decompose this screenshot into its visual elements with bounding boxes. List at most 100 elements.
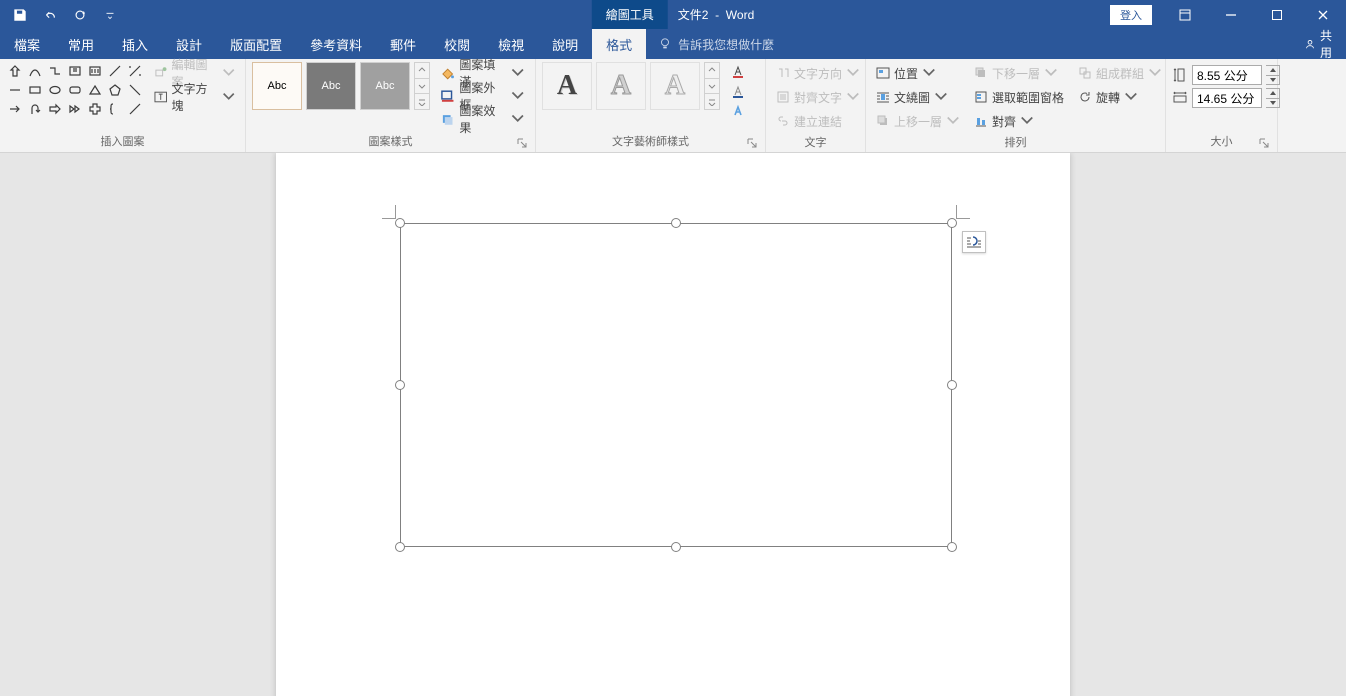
shape-diagline-icon[interactable]	[126, 81, 144, 99]
align-text-button[interactable]: 對齊文字	[772, 86, 864, 108]
tab-design[interactable]: 設計	[162, 29, 216, 59]
shape-line-icon[interactable]	[106, 62, 124, 80]
height-up[interactable]	[1266, 66, 1279, 76]
tab-view[interactable]: 檢視	[484, 29, 538, 59]
tell-me-search[interactable]: 告訴我您想做什麼	[646, 29, 786, 59]
resize-handle-tr[interactable]	[947, 218, 957, 228]
layout-options-button[interactable]	[962, 231, 986, 253]
wa-more[interactable]	[705, 94, 719, 109]
shape-pentagon-icon[interactable]	[106, 81, 124, 99]
resize-handle-ml[interactable]	[395, 380, 405, 390]
resize-handle-tl[interactable]	[395, 218, 405, 228]
shape-roundrect-icon[interactable]	[66, 81, 84, 99]
save-button[interactable]	[8, 3, 32, 27]
height-down[interactable]	[1266, 76, 1279, 85]
shape-plus-icon[interactable]	[86, 100, 104, 118]
wordart-gallery-scroll	[704, 62, 720, 110]
send-backward-button[interactable]: 下移一層	[970, 62, 1068, 84]
rotate-button[interactable]: 旋轉	[1074, 86, 1166, 108]
shapes-gallery[interactable]	[6, 62, 144, 118]
shape-uturn-icon[interactable]	[26, 100, 44, 118]
dialog-launcher-size[interactable]	[1259, 138, 1269, 148]
resize-handle-bm[interactable]	[671, 542, 681, 552]
redo-button[interactable]	[68, 3, 92, 27]
tab-insert[interactable]: 插入	[108, 29, 162, 59]
shape-textbox2-icon[interactable]	[86, 62, 104, 80]
wrap-text-button[interactable]: 文繞圖	[872, 86, 964, 108]
group-objects-button[interactable]: 組成群組	[1074, 62, 1166, 84]
shape-diagline2-icon[interactable]	[126, 100, 144, 118]
shape-style-2[interactable]: Abc	[306, 62, 356, 110]
gallery-scroll-up[interactable]	[415, 63, 429, 79]
wordart-gallery[interactable]: A A A	[542, 62, 720, 110]
undo-button[interactable]	[38, 3, 62, 27]
page[interactable]	[276, 153, 1070, 696]
tab-review[interactable]: 校閱	[430, 29, 484, 59]
shape-effects-button[interactable]: 圖案效果	[436, 108, 529, 130]
shape-style-gallery[interactable]: Abc Abc Abc	[252, 62, 430, 110]
group-text: 文字方向 對齊文字 建立連結 文字	[766, 59, 866, 152]
create-link-button[interactable]: 建立連結	[772, 110, 864, 132]
gallery-more[interactable]	[415, 94, 429, 109]
shape-arrow-icon[interactable]	[6, 100, 24, 118]
wa-scroll-up[interactable]	[705, 63, 719, 79]
text-fill-button[interactable]	[724, 62, 752, 80]
shape-height-input[interactable]	[1192, 65, 1262, 85]
login-button[interactable]: 登入	[1110, 5, 1152, 25]
minimize-button[interactable]	[1208, 0, 1254, 29]
dialog-launcher-wordart[interactable]	[747, 138, 757, 148]
tab-file[interactable]: 檔案	[0, 29, 54, 59]
wordart-style-2[interactable]: A	[596, 62, 646, 110]
shape-curve-icon[interactable]	[26, 62, 44, 80]
align-button[interactable]: 對齊	[970, 110, 1068, 132]
bring-forward-button[interactable]: 上移一層	[872, 110, 964, 132]
text-fill-icon	[731, 64, 745, 78]
shape-bracket-icon[interactable]	[106, 100, 124, 118]
shape-style-1[interactable]: Abc	[252, 62, 302, 110]
shape-width-input[interactable]	[1192, 88, 1262, 108]
tab-mail[interactable]: 郵件	[376, 29, 430, 59]
resize-handle-tm[interactable]	[671, 218, 681, 228]
resize-handle-bl[interactable]	[395, 542, 405, 552]
text-box-button[interactable]: 文字方塊	[150, 86, 239, 108]
shape-connector-icon[interactable]	[46, 62, 64, 80]
shape-chevron-icon[interactable]	[66, 100, 84, 118]
shape-blockarrow-icon[interactable]	[46, 100, 64, 118]
maximize-button[interactable]	[1254, 0, 1300, 29]
shape-line2-icon[interactable]	[126, 62, 144, 80]
rectangle-shape[interactable]	[400, 223, 952, 547]
resize-handle-br[interactable]	[947, 542, 957, 552]
wordart-style-3[interactable]: A	[650, 62, 700, 110]
gallery-scroll-down[interactable]	[415, 79, 429, 95]
tab-layout[interactable]: 版面配置	[216, 29, 296, 59]
shape-triangle-icon[interactable]	[86, 81, 104, 99]
ribbon-display-options-button[interactable]	[1162, 0, 1208, 29]
document-area[interactable]	[0, 153, 1346, 696]
shape-oval-icon[interactable]	[46, 81, 64, 99]
quick-access-toolbar	[0, 3, 130, 27]
position-button[interactable]: 位置	[872, 62, 964, 84]
tab-help[interactable]: 說明	[538, 29, 592, 59]
dialog-launcher-shape-styles[interactable]	[517, 138, 527, 148]
width-up[interactable]	[1266, 89, 1279, 99]
width-down[interactable]	[1266, 99, 1279, 108]
selection-pane-button[interactable]: 選取範圍窗格	[970, 86, 1068, 108]
text-direction-button[interactable]: 文字方向	[772, 62, 864, 84]
qat-customize-button[interactable]	[98, 3, 122, 27]
text-outline-button[interactable]	[724, 82, 752, 100]
resize-handle-mr[interactable]	[947, 380, 957, 390]
close-button[interactable]	[1300, 0, 1346, 29]
shape-style-3[interactable]: Abc	[360, 62, 410, 110]
shape-up-arrow-icon[interactable]	[6, 62, 24, 80]
share-button[interactable]: 共用	[1290, 29, 1346, 59]
tab-references[interactable]: 參考資料	[296, 29, 376, 59]
shape-textbox-icon[interactable]	[66, 62, 84, 80]
shape-line3-icon[interactable]	[6, 81, 24, 99]
wordart-style-1[interactable]: A	[542, 62, 592, 110]
wa-scroll-down[interactable]	[705, 79, 719, 95]
text-effects-button[interactable]	[724, 102, 752, 120]
shape-rect-icon[interactable]	[26, 81, 44, 99]
selected-shape[interactable]	[400, 223, 952, 547]
tab-home[interactable]: 常用	[54, 29, 108, 59]
tab-format[interactable]: 格式	[592, 29, 646, 59]
